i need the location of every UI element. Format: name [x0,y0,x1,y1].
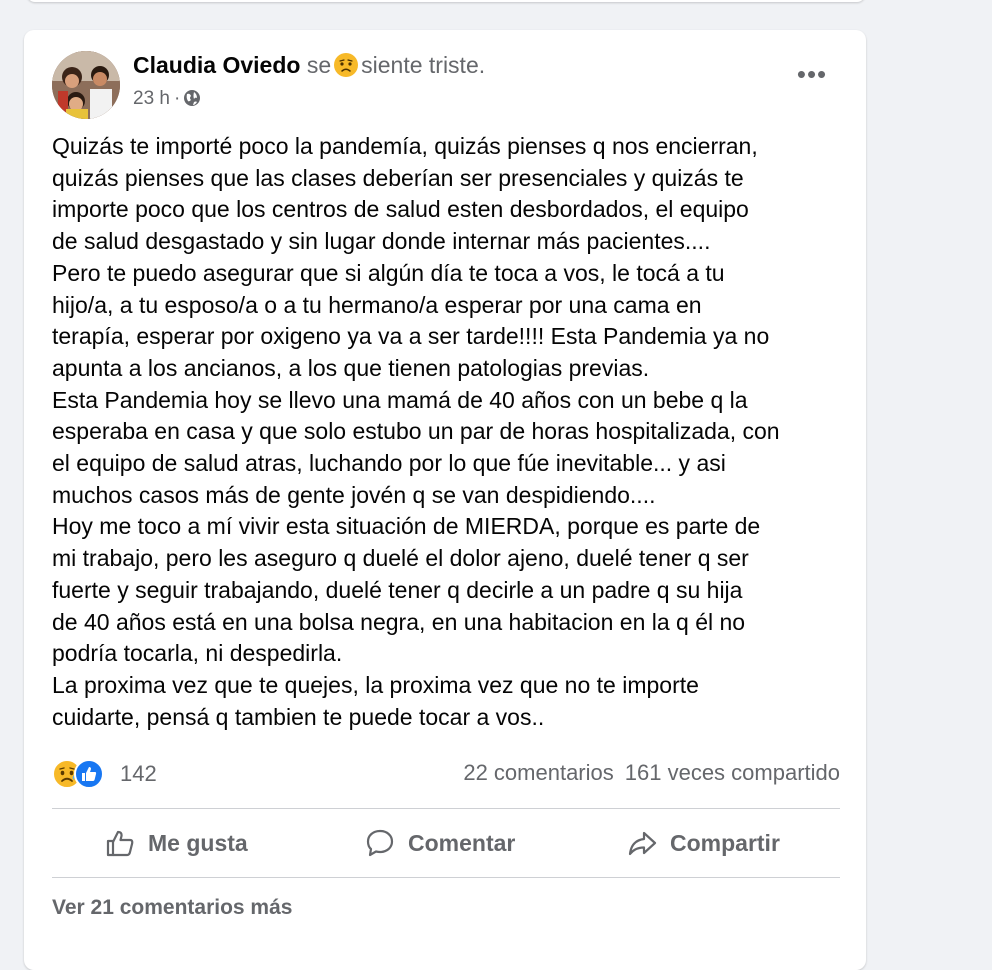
meta-separator: · [173,88,181,109]
view-more-comments-link[interactable]: Ver 21 comentarios más [52,896,292,920]
action-bar: Me gusta Comentar Compartir [52,810,840,876]
post-card: Claudia Oviedo se siente triste. 23 h · •… [24,30,866,970]
like-button[interactable]: Me gusta [104,810,248,876]
post-text-line: mi trabajo, pero les aseguro q duelé el … [52,545,749,572]
post-text-line: de 40 años está en una bolsa negra, en u… [52,608,746,635]
author-line: Claudia Oviedo se siente triste. [133,52,485,79]
comments-count-link[interactable]: 22 comentarios [463,760,613,785]
timestamp[interactable]: 23 h [133,88,170,109]
post-text-line: de salud desgastado y sin lugar donde in… [52,228,711,255]
engagement-stats: 22 comentarios 161 veces compartido [463,760,840,786]
share-button[interactable]: Compartir [626,810,780,876]
like-label: Me gusta [148,829,248,856]
thumbs-up-icon [106,830,134,857]
post-text-line: quizás pienses que las clases deberían s… [52,164,744,191]
post-text-line: importe poco que los centros de salud es… [52,196,749,223]
like-reaction-icon [74,759,104,789]
share-label: Compartir [670,829,780,856]
more-options-button[interactable]: ••• [794,61,830,92]
post-text-line: terapía, esperar por oxigeno ya va a ser… [52,323,770,350]
previous-post-card [27,0,865,2]
feeling-connector: se [306,52,332,78]
divider [52,808,840,809]
author-name[interactable]: Claudia Oviedo [133,52,300,78]
post-text-line: muchos casos más de gente jovén q se van… [52,481,656,508]
post-text-line: podría tocarla, ni despedirla. [52,640,343,667]
reaction-count: 142 [120,761,157,786]
divider [52,877,840,878]
post-text-line: apunta a los ancianos, a los que tienen … [52,354,650,381]
post-text-line: Hoy me toco a mí vivir esta situación de… [52,513,761,540]
globe-icon [184,90,201,106]
post-text-line: hijo/a, a tu esposo/a o a tu hermano/a e… [52,291,702,318]
avatar[interactable] [52,51,120,119]
comment-label: Comentar [408,829,516,856]
post-text-line: fuerte y seguir trabajando, duelé tener … [52,576,743,603]
share-arrow-icon [628,831,657,856]
post-text: Quizás te importé poco la pandemía, quiz… [52,131,852,733]
reactions-summary[interactable]: 142 [52,758,157,790]
comment-button[interactable]: Comentar [364,810,515,876]
comment-icon [366,829,394,857]
feeling-text: siente triste. [361,52,486,78]
post-meta: 23 h · [133,88,201,110]
shares-count-link[interactable]: 161 veces compartido [625,760,840,785]
post-text-line: Esta Pandemia hoy se llevo una mamá de 4… [52,386,748,413]
post-text-line: esperaba en casa y que solo estubo un pa… [52,418,780,445]
post-text-line: el equipo de salud atras, luchando por l… [52,450,726,477]
avatar-photo [52,51,120,119]
post-text-line: Pero te puedo asegurar que si algún día … [52,259,725,286]
sad-emoji-icon [334,53,359,77]
post-text-line: Quizás te importé poco la pandemía, quiz… [52,133,758,159]
post-text-line: cuidarte, pensá q tambien te puede tocar… [52,703,545,730]
post-text-line: La proxima vez que te quejes, la proxima… [52,671,699,698]
